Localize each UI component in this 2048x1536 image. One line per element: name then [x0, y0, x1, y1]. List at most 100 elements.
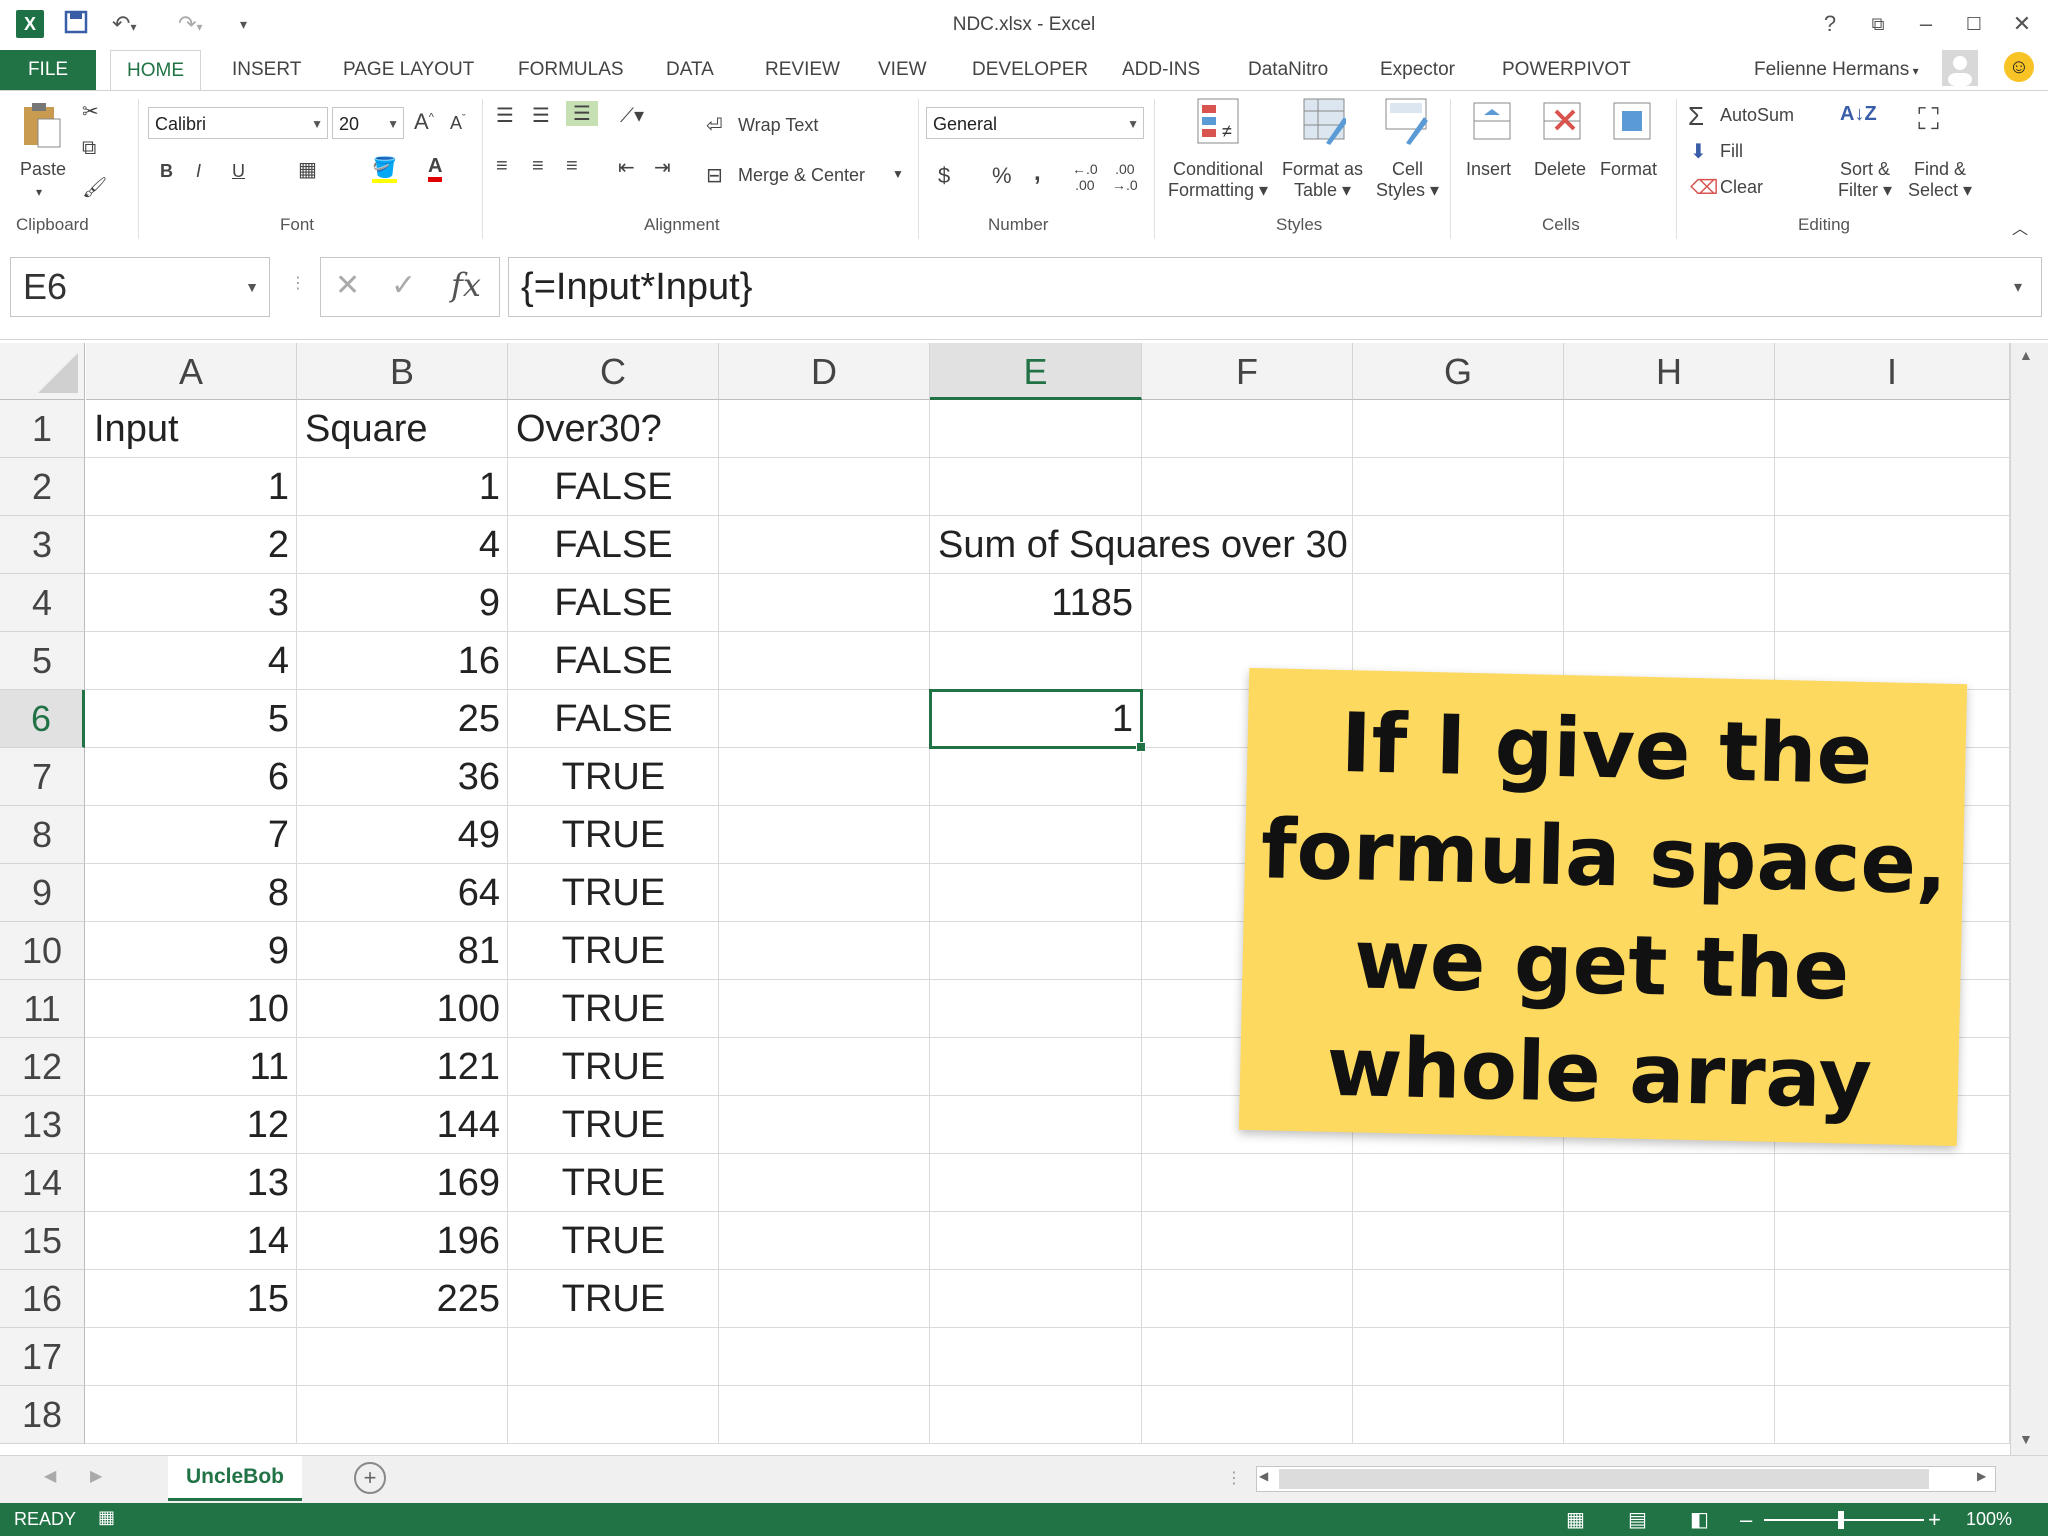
align-top-icon[interactable]: ☰ [496, 103, 514, 128]
vertical-scrollbar[interactable]: ▲ ▼ [2010, 343, 2048, 1455]
zoom-slider[interactable] [1764, 1519, 1924, 1521]
merge-center-button[interactable]: Merge & Center [738, 165, 865, 186]
merge-center-icon[interactable]: ⊟ [706, 163, 723, 188]
cell-c5[interactable]: FALSE [508, 632, 719, 690]
cell-b7[interactable]: 36 [297, 748, 508, 806]
collapse-ribbon-icon[interactable]: ︿ [2012, 215, 2028, 239]
row-header-5[interactable]: 5 [0, 632, 85, 690]
fill-color-icon[interactable]: 🪣 [372, 155, 397, 183]
sheet-tab-unclebob[interactable]: UncleBob [168, 1456, 302, 1501]
cell-c16[interactable]: TRUE [508, 1270, 719, 1328]
borders-icon[interactable]: ▦ [298, 157, 317, 182]
enter-icon[interactable]: ✓ [391, 268, 416, 303]
zoom-slider-thumb[interactable] [1838, 1511, 1844, 1529]
column-header-b[interactable]: B [297, 343, 508, 400]
row-header-4[interactable]: 4 [0, 574, 85, 632]
cell-c15[interactable]: TRUE [508, 1212, 719, 1270]
conditional-formatting-icon[interactable]: ≠ [1196, 97, 1240, 144]
binoculars-icon[interactable]: ⛶ [1918, 103, 1939, 137]
cell-b8[interactable]: 49 [297, 806, 508, 864]
decrease-decimal-icon[interactable]: .00 →.0 [1112, 161, 1138, 193]
align-center-icon[interactable]: ≡ [532, 155, 544, 178]
cell-b13[interactable]: 144 [297, 1096, 508, 1154]
ribbon-display-options-icon[interactable]: ⧉ [1860, 10, 1896, 38]
avatar[interactable] [1942, 50, 1978, 86]
previous-sheet-icon[interactable]: ◀ [44, 1466, 56, 1486]
fill-button[interactable]: Fill [1720, 141, 1743, 162]
cell-b6[interactable]: 25 [297, 690, 508, 748]
eraser-icon[interactable]: ⌫ [1690, 175, 1718, 200]
cell-a15[interactable]: 14 [86, 1212, 297, 1270]
find-select-button[interactable]: Find & Select ▾ [1908, 159, 1972, 201]
chevron-down-icon[interactable]: ▼ [892, 167, 904, 181]
format-as-table-icon[interactable] [1302, 97, 1348, 145]
cell-b16[interactable]: 225 [297, 1270, 508, 1328]
cell-b12[interactable]: 121 [297, 1038, 508, 1096]
number-format-combo[interactable]: General ▼ [926, 107, 1144, 139]
scroll-down-icon[interactable]: ▼ [2019, 1431, 2033, 1447]
bold-button[interactable]: B [160, 161, 173, 182]
cell-a14[interactable]: 13 [86, 1154, 297, 1212]
cell-c9[interactable]: TRUE [508, 864, 719, 922]
minimize-button[interactable]: – [1908, 10, 1944, 38]
zoom-out-button[interactable]: – [1740, 1507, 1752, 1533]
cell-a11[interactable]: 10 [86, 980, 297, 1038]
fill-icon[interactable]: ⬇ [1690, 139, 1707, 164]
font-name-combo[interactable]: Calibri ▼ [148, 107, 328, 139]
page-break-view-icon[interactable]: ◧ [1690, 1507, 1709, 1532]
cell-b15[interactable]: 196 [297, 1212, 508, 1270]
column-header-c[interactable]: C [508, 343, 719, 400]
currency-button[interactable]: $ [938, 163, 950, 189]
expand-formula-bar-icon[interactable]: ▾ [2014, 277, 2022, 297]
tab-formulas[interactable]: FORMULAS [518, 50, 624, 90]
tab-data[interactable]: DATA [666, 50, 714, 90]
cell-b4[interactable]: 9 [297, 574, 508, 632]
clear-button[interactable]: Clear [1720, 177, 1763, 198]
tab-page-layout[interactable]: PAGE LAYOUT [343, 50, 474, 90]
increase-font-icon[interactable]: A^ [414, 109, 434, 135]
cell-a8[interactable]: 7 [86, 806, 297, 864]
formula-input[interactable]: {=Input*Input} [508, 257, 2042, 317]
row-header-15[interactable]: 15 [0, 1212, 85, 1270]
insert-cells-icon[interactable] [1470, 99, 1514, 143]
cell-b3[interactable]: 4 [297, 516, 508, 574]
cell-c2[interactable]: FALSE [508, 458, 719, 516]
cell-a7[interactable]: 6 [86, 748, 297, 806]
format-painter-icon[interactable]: 🖌 [82, 175, 107, 200]
cell-c3[interactable]: FALSE [508, 516, 719, 574]
align-left-icon[interactable]: ≡ [496, 155, 508, 178]
column-header-d[interactable]: D [719, 343, 930, 400]
underline-button[interactable]: U [232, 161, 245, 182]
row-header-13[interactable]: 13 [0, 1096, 85, 1154]
cell-styles-button[interactable]: Cell Styles ▾ [1376, 159, 1439, 201]
row-header-17[interactable]: 17 [0, 1328, 85, 1386]
percent-button[interactable]: % [992, 163, 1012, 189]
cell-c13[interactable]: TRUE [508, 1096, 719, 1154]
row-header-18[interactable]: 18 [0, 1386, 85, 1444]
zoom-in-button[interactable]: + [1928, 1507, 1941, 1533]
format-cells-icon[interactable] [1610, 99, 1654, 143]
increase-decimal-icon[interactable]: ←.0.00 [1072, 161, 1098, 193]
cell-b1[interactable]: Square [297, 400, 507, 458]
cell-a4[interactable]: 3 [86, 574, 297, 632]
row-header-7[interactable]: 7 [0, 748, 85, 806]
row-header-9[interactable]: 9 [0, 864, 85, 922]
cell-c4[interactable]: FALSE [508, 574, 719, 632]
cell-a1[interactable]: Input [86, 400, 296, 458]
cell-c12[interactable]: TRUE [508, 1038, 719, 1096]
zoom-level[interactable]: 100% [1966, 1509, 2012, 1530]
cell-a12[interactable]: 11 [86, 1038, 297, 1096]
cell-c10[interactable]: TRUE [508, 922, 719, 980]
cell-a13[interactable]: 12 [86, 1096, 297, 1154]
paste-dropdown-icon[interactable]: ▾ [36, 185, 42, 199]
orientation-icon[interactable]: ⟋▾ [620, 103, 644, 128]
column-header-i[interactable]: I [1775, 343, 2010, 400]
insert-function-button[interactable]: fx [451, 266, 481, 304]
font-size-combo[interactable]: 20 ▼ [332, 107, 404, 139]
tab-developer[interactable]: DEVELOPER [972, 50, 1088, 90]
next-sheet-icon[interactable]: ▶ [90, 1466, 102, 1486]
tab-expector[interactable]: Expector [1380, 50, 1455, 90]
cell-a2[interactable]: 1 [86, 458, 297, 516]
column-header-f[interactable]: F [1142, 343, 1353, 400]
new-sheet-icon[interactable]: + [354, 1462, 386, 1494]
